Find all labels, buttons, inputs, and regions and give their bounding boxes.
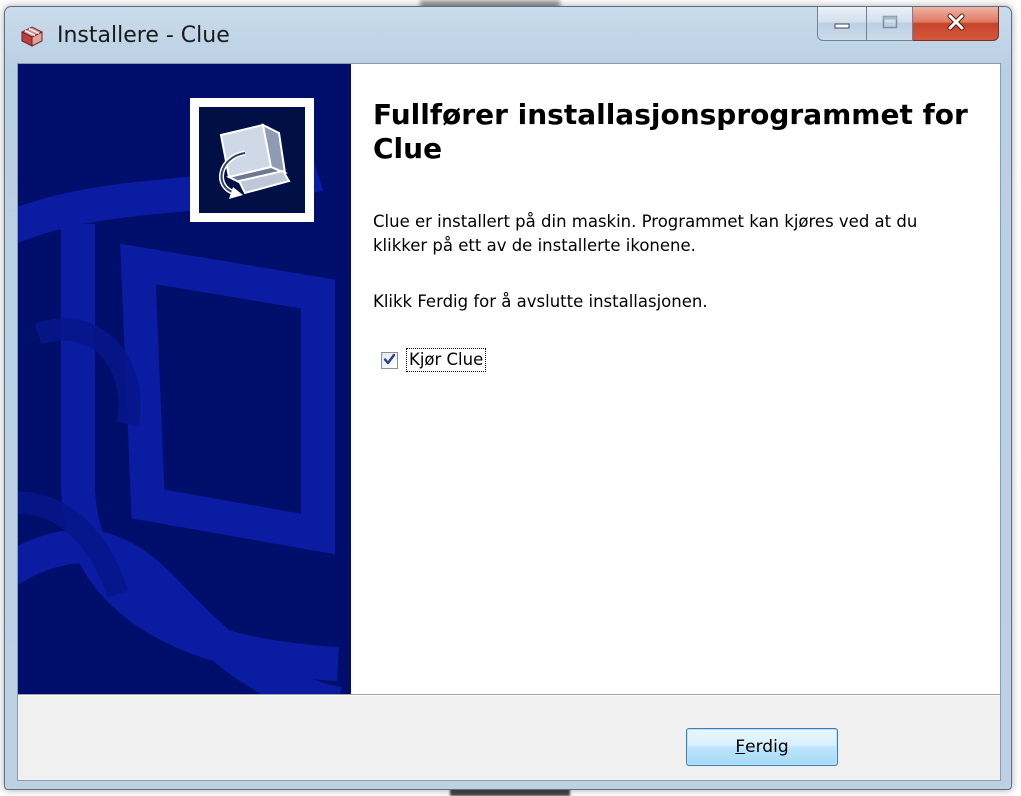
run-clue-label[interactable]: Kjør Clue: [406, 348, 487, 372]
wizard-client-area: Fullfører installasjonsprogrammet for Cl…: [17, 63, 1001, 781]
wizard-heading: Fullfører installasjonsprogrammet for Cl…: [373, 98, 968, 165]
maximize-icon: [882, 14, 898, 33]
wizard-content-panel: Fullfører installasjonsprogrammet for Cl…: [351, 64, 1000, 694]
installer-box-icon[interactable]: [19, 23, 45, 49]
minimize-button[interactable]: [817, 7, 867, 41]
caption-buttons: [817, 7, 999, 43]
finish-button-label: erdig: [745, 737, 789, 757]
minimize-icon: [834, 14, 850, 33]
checkbox-box[interactable]: [381, 351, 398, 370]
checkmark-icon: [383, 351, 396, 370]
computer-install-icon: [199, 107, 305, 213]
completion-message: Clue er installert på din maskin. Progra…: [373, 212, 918, 255]
banner-icon-frame: [190, 98, 314, 222]
maximize-button[interactable]: [867, 7, 913, 41]
finish-access-key: F: [735, 737, 746, 757]
footer-separator: [18, 694, 1000, 696]
installer-window: Installere - Clue Fullfører installasjon…: [4, 6, 1012, 790]
wizard-banner-image: [18, 64, 351, 694]
finish-button[interactable]: Ferdig: [686, 728, 838, 766]
title-bar[interactable]: Installere - Clue: [5, 7, 1011, 63]
run-clue-checkbox[interactable]: Kjør Clue: [381, 348, 487, 372]
close-button[interactable]: [913, 7, 999, 41]
finish-instruction: Klikk Ferdig for å avslutte installasjon…: [373, 292, 708, 311]
window-title: Installere - Clue: [57, 23, 230, 48]
close-icon: [946, 13, 966, 35]
